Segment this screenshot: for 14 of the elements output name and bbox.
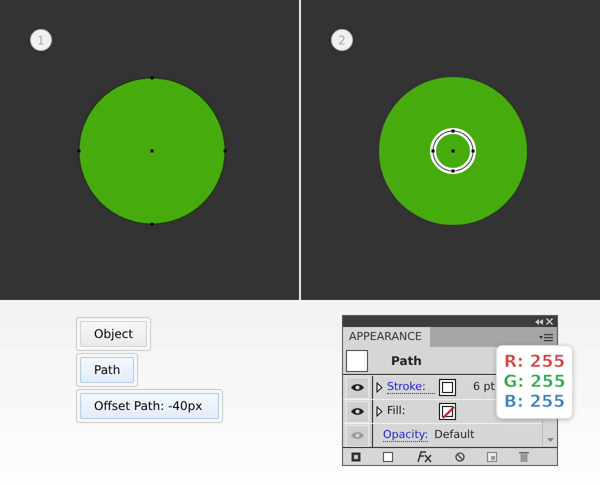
- panel-tab[interactable]: APPEARANCE: [343, 326, 430, 347]
- menu-button[interactable]: Path: [80, 357, 134, 383]
- opacity-link[interactable]: Opacity:: [383, 428, 428, 442]
- step-number: 2: [338, 34, 346, 48]
- opacity-value: Default: [434, 427, 474, 444]
- menu-button[interactable]: Offset Path: -40px: [80, 393, 220, 419]
- step-number: 1: [37, 34, 45, 48]
- attribute-label: Fill:: [387, 403, 406, 420]
- attribute-label[interactable]: Stroke:: [387, 380, 435, 394]
- color-value: B: 255: [504, 392, 566, 412]
- item-title: Path: [391, 352, 422, 370]
- color-value: R: 255: [504, 352, 566, 372]
- menu-button[interactable]: Object: [80, 321, 148, 347]
- stroke-weight: 6 pt: [473, 379, 495, 396]
